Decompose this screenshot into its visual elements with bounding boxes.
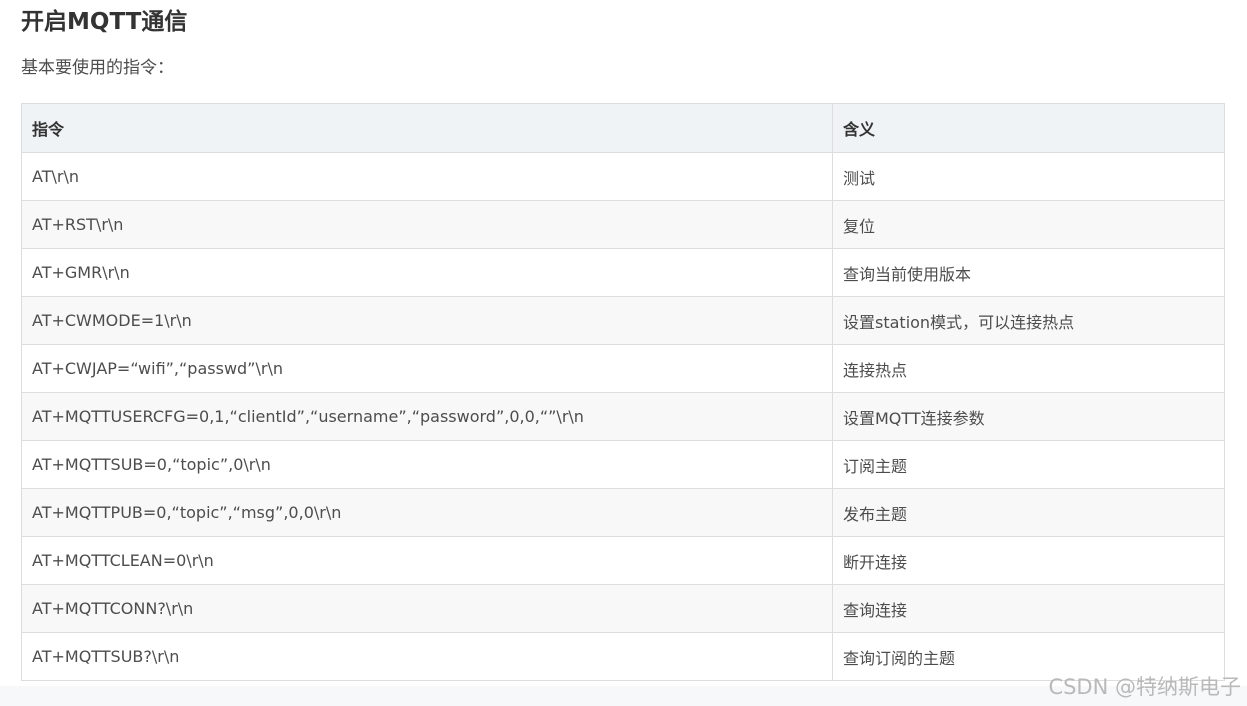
meaning-cell: 设置station模式，可以连接热点 [832,296,1225,345]
table-row: AT\r\n 测试 [21,152,1225,201]
command-cell: AT+MQTTCLEAN=0\r\n [21,536,833,585]
table-row: AT+CWMODE=1\r\n 设置station模式，可以连接热点 [21,296,1225,345]
command-cell: AT+RST\r\n [21,200,833,249]
table-row: AT+MQTTUSERCFG=0,1,“clientId”,“username”… [21,392,1225,441]
meaning-cell: 发布主题 [832,488,1225,537]
command-cell: AT+CWMODE=1\r\n [21,296,833,345]
table-row: AT+GMR\r\n 查询当前使用版本 [21,248,1225,297]
command-cell: AT+GMR\r\n [21,248,833,297]
command-cell: AT+MQTTPUB=0,“topic”,“msg”,0,0\r\n [21,488,833,537]
meaning-cell: 订阅主题 [832,440,1225,489]
command-table: 指令 含义 AT\r\n 测试 AT+RST\r\n 复位 AT+GMR\r\n… [21,103,1225,681]
meaning-cell: 查询当前使用版本 [832,248,1225,297]
command-cell: AT\r\n [21,152,833,201]
meaning-cell: 连接热点 [832,344,1225,393]
table-row: AT+MQTTCLEAN=0\r\n 断开连接 [21,536,1225,585]
table-row: AT+RST\r\n 复位 [21,200,1225,249]
command-cell: AT+CWJAP=“wifi”,“passwd”\r\n [21,344,833,393]
header-command: 指令 [21,103,833,153]
meaning-cell: 复位 [832,200,1225,249]
table-row: AT+MQTTCONN?\r\n 查询连接 [21,584,1225,633]
meaning-cell: 断开连接 [832,536,1225,585]
table-row: AT+CWJAP=“wifi”,“passwd”\r\n 连接热点 [21,344,1225,393]
meaning-cell: 设置MQTT连接参数 [832,392,1225,441]
header-meaning: 含义 [832,103,1225,153]
table-row: AT+MQTTPUB=0,“topic”,“msg”,0,0\r\n 发布主题 [21,488,1225,537]
meaning-cell: 测试 [832,152,1225,201]
command-cell: AT+MQTTSUB=0,“topic”,0\r\n [21,440,833,489]
table-header-row: 指令 含义 [21,103,1225,153]
intro-text: 基本要使用的指令： [21,58,174,78]
command-cell: AT+MQTTSUB?\r\n [21,632,833,681]
meaning-cell: 查询连接 [832,584,1225,633]
command-cell: AT+MQTTCONN?\r\n [21,584,833,633]
table-row: AT+MQTTSUB=0,“topic”,0\r\n 订阅主题 [21,440,1225,489]
command-cell: AT+MQTTUSERCFG=0,1,“clientId”,“username”… [21,392,833,441]
csdn-watermark: CSDN @特纳斯电子 [1048,675,1241,699]
page-title: 开启MQTT通信 [21,9,188,35]
table-row: AT+MQTTSUB?\r\n 查询订阅的主题 [21,632,1225,681]
